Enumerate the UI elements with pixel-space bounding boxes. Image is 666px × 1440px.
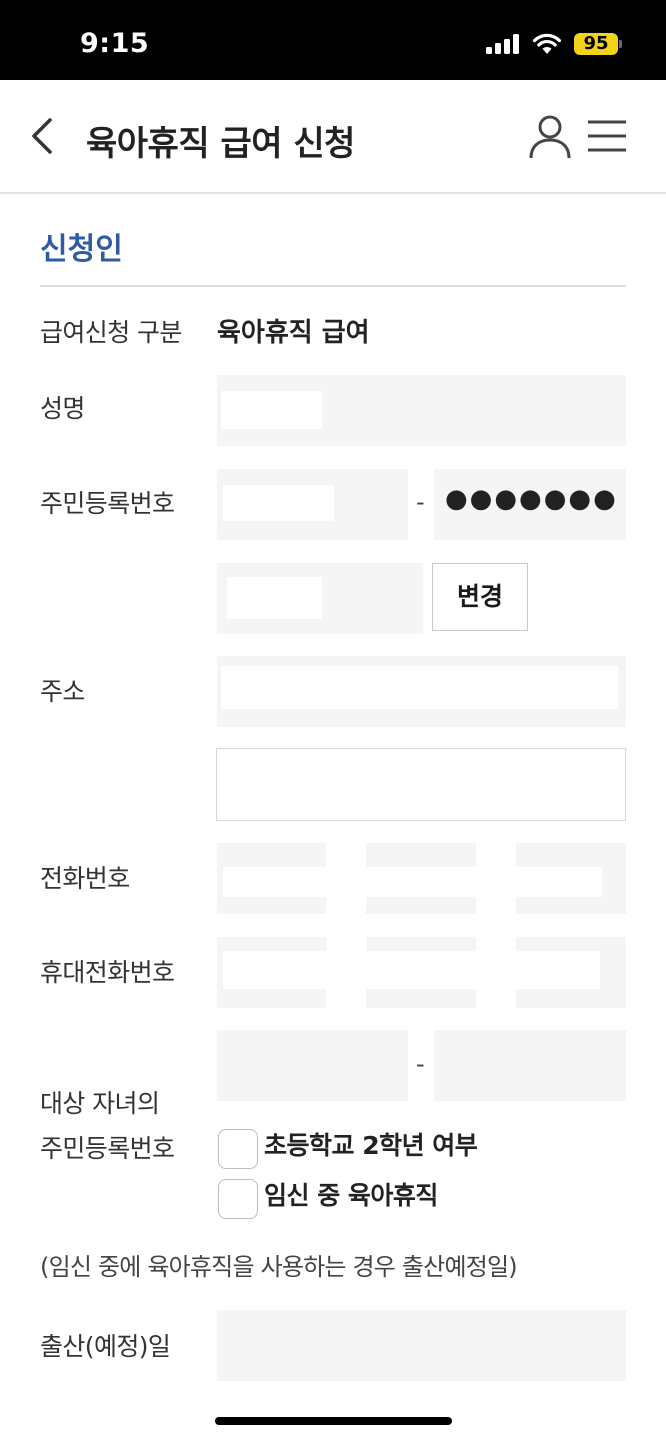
- hamburger-menu-icon[interactable]: [586, 118, 628, 154]
- pregnancy-checkbox-label[interactable]: 임신 중 육아휴직: [264, 1177, 438, 1215]
- mobile-field-3[interactable]: [516, 937, 626, 1008]
- phone-field-2[interactable]: [366, 843, 476, 914]
- page-title: 육아휴직 급여 신청: [86, 124, 355, 164]
- status-bar: 9:15 95: [0, 0, 666, 80]
- mobile-field-1[interactable]: [217, 937, 326, 1008]
- section-divider: [40, 285, 626, 287]
- address-field-1[interactable]: [217, 656, 626, 727]
- cellular-signal-icon: [486, 34, 522, 54]
- user-icon[interactable]: [528, 114, 572, 160]
- wifi-icon: [532, 33, 562, 54]
- rrn-masked-value: ●●●●●●●: [445, 484, 618, 514]
- phone-label: 전화번호: [40, 864, 130, 893]
- name-field[interactable]: [217, 375, 626, 446]
- change-button[interactable]: 변경: [432, 563, 528, 631]
- elementary-checkbox[interactable]: [218, 1129, 258, 1169]
- pregnancy-checkbox[interactable]: [218, 1179, 258, 1219]
- back-arrow-icon[interactable]: [26, 116, 60, 156]
- due-date-field[interactable]: [217, 1310, 626, 1381]
- status-time: 9:15: [80, 28, 150, 59]
- section-title: 신청인: [40, 232, 123, 267]
- battery-tip: [619, 40, 622, 48]
- child-rrn-label-line2: 주민등록번호: [40, 1134, 175, 1163]
- address-field-2[interactable]: [216, 748, 626, 821]
- child-rrn-back-field[interactable]: [434, 1030, 626, 1101]
- benefit-type-value: 육아휴직 급여: [217, 318, 370, 348]
- name-label: 성명: [40, 394, 85, 423]
- battery-icon: 95: [574, 33, 618, 55]
- child-rrn-label-line1: 대상 자녀의: [40, 1089, 160, 1118]
- home-indicator: [215, 1417, 452, 1425]
- rrn-extra-field[interactable]: [217, 563, 423, 634]
- rrn-front-field[interactable]: [217, 469, 408, 540]
- elementary-checkbox-label[interactable]: 초등학교 2학년 여부: [264, 1127, 478, 1165]
- rrn-label: 주민등록번호: [40, 489, 175, 518]
- pregnancy-note: (임신 중에 육아휴직을 사용하는 경우 출산예정일): [40, 1253, 518, 1281]
- benefit-type-label: 급여신청 구분: [40, 318, 182, 347]
- app-header: 육아휴직 급여 신청: [0, 80, 666, 194]
- child-rrn-separator: -: [416, 1050, 425, 1078]
- due-date-label: 출산(예정)일: [40, 1332, 171, 1361]
- child-rrn-front-field[interactable]: [217, 1030, 408, 1101]
- phone-field-3[interactable]: [516, 843, 626, 914]
- mobile-label: 휴대전화번호: [40, 958, 175, 987]
- address-label: 주소: [40, 677, 85, 706]
- mobile-field-2[interactable]: [366, 937, 476, 1008]
- phone-field-1[interactable]: [217, 843, 326, 914]
- rrn-separator: -: [416, 488, 425, 516]
